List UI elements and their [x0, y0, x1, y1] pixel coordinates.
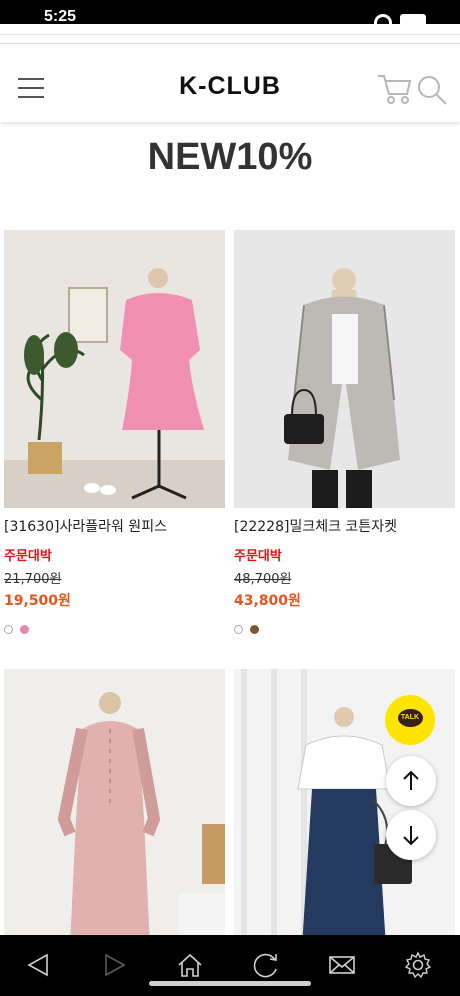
settings-icon[interactable] — [404, 951, 432, 979]
product-card[interactable]: [31630]사라플라워 원피스 주문대박 21,700원 19,500원 — [4, 230, 226, 634]
scroll-down-button[interactable] — [386, 810, 436, 860]
product-image[interactable] — [234, 230, 455, 508]
color-swatch — [4, 625, 13, 634]
cart-icon[interactable] — [376, 72, 412, 106]
section-title: NEW10% — [147, 136, 313, 178]
color-swatch — [234, 625, 243, 634]
original-price: 21,700원 — [4, 572, 62, 587]
mail-icon[interactable] — [328, 951, 356, 979]
color-swatch — [250, 625, 259, 634]
home-icon[interactable] — [176, 951, 204, 979]
talk-label: TALK — [400, 714, 420, 721]
search-icon[interactable] — [416, 74, 448, 106]
site-header: K-CLUB — [0, 44, 460, 122]
product-badge: 주문대박 — [234, 549, 282, 564]
kakao-talk-button[interactable]: TALK — [385, 695, 435, 745]
sale-price: 43,800원 — [234, 593, 301, 609]
scroll-up-button[interactable] — [386, 756, 436, 806]
product-card[interactable]: [22228]밀크체크 코튼자켓 주문대박 48,700원 43,800원 — [234, 230, 456, 634]
arrow-up-icon — [403, 770, 419, 790]
battery-icon — [400, 14, 426, 24]
back-icon[interactable] — [25, 951, 53, 979]
forward-icon[interactable] — [100, 951, 128, 979]
product-card[interactable] — [4, 669, 226, 947]
color-swatch — [20, 625, 29, 634]
refresh-icon[interactable] — [252, 951, 280, 979]
color-swatches — [234, 619, 456, 634]
original-price: 48,700원 — [234, 572, 292, 587]
product-name[interactable]: [31630]사라플라워 원피스 — [4, 516, 226, 536]
top-strip — [0, 24, 460, 44]
color-swatches — [4, 619, 226, 634]
product-image[interactable] — [4, 230, 225, 508]
status-icons — [374, 14, 434, 24]
browser-toolbar — [0, 935, 460, 996]
status-bar: 5:25 — [0, 0, 460, 24]
product-badge: 주문대박 — [4, 549, 52, 564]
home-indicator — [149, 981, 311, 986]
wifi-icon — [374, 14, 392, 24]
product-name[interactable]: [22228]밀크체크 코튼자켓 — [234, 516, 456, 536]
product-image[interactable] — [4, 669, 225, 947]
status-time: 5:25 — [44, 10, 77, 24]
arrow-down-icon — [403, 826, 419, 846]
sale-price: 19,500원 — [4, 593, 71, 609]
